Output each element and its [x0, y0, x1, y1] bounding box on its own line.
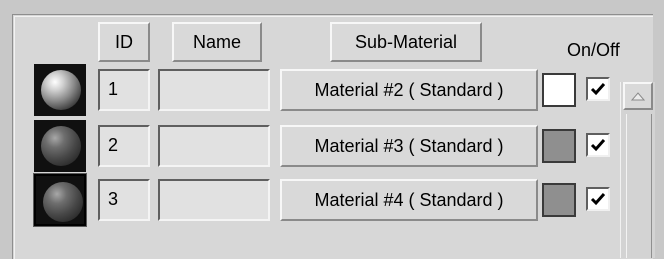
- id-sort-button[interactable]: ID: [98, 22, 150, 62]
- sphere-preview-icon: [41, 70, 81, 110]
- name-sort-button[interactable]: Name: [172, 22, 262, 62]
- onoff-checkbox[interactable]: [586, 133, 610, 157]
- sphere-preview-icon: [41, 126, 81, 166]
- color-swatch[interactable]: [542, 183, 576, 217]
- color-swatch[interactable]: [542, 73, 576, 107]
- check-icon: [590, 83, 606, 96]
- sphere-preview-icon: [43, 182, 83, 222]
- scroll-up-button[interactable]: [623, 82, 653, 110]
- id-field[interactable]: 3: [98, 179, 150, 221]
- check-icon: [590, 139, 606, 152]
- material-preview[interactable]: [33, 173, 87, 227]
- id-field[interactable]: 2: [98, 125, 150, 167]
- vertical-scrollbar[interactable]: [620, 82, 655, 258]
- submaterial-button[interactable]: Material #3 ( Standard ): [280, 125, 538, 167]
- material-row: 3 Material #4 ( Standard ): [0, 173, 640, 228]
- arrow-up-icon: [631, 92, 645, 101]
- material-preview[interactable]: [34, 64, 86, 116]
- submaterial-button[interactable]: Material #4 ( Standard ): [280, 179, 538, 221]
- name-field[interactable]: [158, 125, 270, 167]
- material-row: 1 Material #2 ( Standard ): [0, 64, 640, 118]
- onoff-checkbox[interactable]: [586, 187, 610, 211]
- submaterial-button[interactable]: Material #2 ( Standard ): [280, 69, 538, 111]
- name-field[interactable]: [158, 69, 270, 111]
- check-icon: [590, 193, 606, 206]
- material-preview[interactable]: [34, 120, 86, 172]
- scroll-track[interactable]: [626, 114, 652, 258]
- onoff-checkbox[interactable]: [586, 77, 610, 101]
- onoff-label: On/Off: [567, 40, 620, 60]
- name-field[interactable]: [158, 179, 270, 221]
- material-row: 2 Material #3 ( Standard ): [0, 120, 640, 174]
- submaterial-sort-button[interactable]: Sub-Material: [330, 22, 482, 62]
- color-swatch[interactable]: [542, 129, 576, 163]
- id-field[interactable]: 1: [98, 69, 150, 111]
